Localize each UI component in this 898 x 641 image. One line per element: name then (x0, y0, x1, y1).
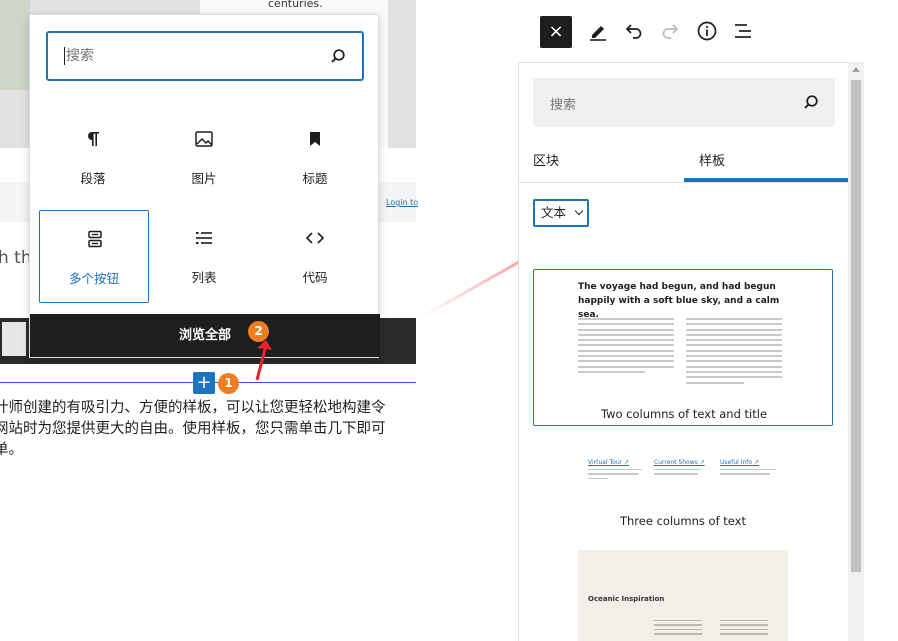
block-code[interactable]: 代码 (260, 210, 370, 303)
pattern-preview-column (578, 318, 674, 388)
quick-inserter-search-input[interactable] (66, 42, 316, 70)
chevron-down-icon (574, 206, 584, 216)
inserter-tabs: 区块 样板 (519, 142, 849, 183)
block-paragraph[interactable]: 段落 (38, 111, 148, 204)
list-icon (196, 232, 212, 244)
list-view-icon[interactable] (732, 20, 754, 42)
block-label: 段落 (80, 171, 106, 186)
editor-toolbar: × (520, 0, 898, 62)
block-label: 图片 (191, 171, 217, 186)
pattern-column-link: Virtual Tour ↗ (588, 459, 630, 466)
close-inserter-button[interactable]: × (540, 16, 572, 48)
code-icon (305, 232, 325, 244)
search-icon (331, 49, 345, 63)
tab-patterns[interactable]: 样板 (699, 150, 725, 169)
screenshot-stage: centuries. Login to h th + 计师创建的有吸引力、方便的… (0, 0, 898, 641)
search-icon (804, 95, 818, 109)
scrollbar-thumb[interactable] (851, 80, 861, 572)
foliage-image (0, 0, 30, 90)
pattern-preview-column: Useful Info ↗ (720, 459, 780, 475)
pattern-column-link: Useful Info ↗ (720, 459, 759, 466)
pattern-preview-two-columns[interactable]: The voyage had begun, and had begun happ… (533, 269, 833, 426)
pattern-preview-column: Current Shows ↗ (654, 459, 714, 475)
paragraph-block[interactable]: 计师创建的有吸引力、方便的样板，可以让您更轻松地构建令 网站时为您提供更大的自由… (0, 398, 416, 461)
redo-icon[interactable] (660, 20, 680, 42)
scroll-up-arrow-icon[interactable] (852, 67, 860, 72)
block-label: 标题 (302, 171, 328, 186)
pattern-preview-title: Oceanic Inspiration (588, 595, 665, 603)
browse-all-button[interactable]: 浏览全部 (30, 314, 380, 357)
pattern-caption: Two columns of text and title (600, 407, 768, 421)
buttons-icon (88, 230, 102, 248)
thumbnail (2, 322, 26, 356)
block-label: 多个按钮 (68, 271, 119, 286)
pattern-preview-title: The voyage had begun, and had begun happ… (578, 282, 780, 320)
heading-fragment: h th (0, 248, 32, 268)
pattern-category-select[interactable]: 文本 (533, 199, 589, 227)
step-badge-2: 2 (248, 321, 269, 342)
block-heading[interactable]: 标题 (260, 111, 370, 204)
block-list[interactable]: 列表 (149, 210, 259, 303)
pattern-preview-oceanic-inspiration[interactable]: Oceanic Inspiration (578, 550, 788, 641)
pattern-preview-column: Virtual Tour ↗ (588, 459, 648, 480)
block-buttons[interactable]: 多个按钮 (39, 210, 149, 303)
search-placeholder: 搜索 (550, 98, 577, 113)
pattern-preview-three-columns[interactable]: Virtual Tour ↗ Current Shows ↗ Useful In… (579, 459, 787, 499)
tab-blocks[interactable]: 区块 (533, 150, 559, 169)
block-image[interactable]: 图片 (149, 111, 259, 204)
image-caption-text: centuries. (268, 0, 323, 10)
block-label: 代码 (302, 270, 328, 285)
pattern-column-link: Current Shows ↗ (654, 459, 705, 466)
pattern-category-value: 文本 (541, 205, 567, 220)
block-label: 列表 (191, 270, 217, 285)
quick-inserter-popover: 段落 图片 标题 (29, 14, 380, 358)
heading-bookmark-icon (310, 132, 320, 146)
pattern-preview-column (720, 620, 768, 638)
inserter-scrollbar[interactable] (848, 62, 864, 641)
inserter-panel: 搜索 区块 样板 文本 The voyage had begun, and ha… (518, 62, 850, 641)
active-tab-indicator (684, 178, 850, 182)
quick-inserter-search[interactable] (46, 31, 364, 81)
paragraph-icon (88, 132, 99, 146)
pattern-preview-column (654, 620, 702, 638)
step-badge-1: 1 (218, 373, 239, 394)
inserter-panel-search[interactable]: 搜索 (533, 78, 835, 127)
pencil-icon[interactable] (588, 20, 608, 42)
pattern-caption: Three columns of text (619, 514, 746, 528)
pattern-preview-column (686, 318, 782, 388)
info-icon[interactable] (696, 20, 718, 42)
image-icon (195, 131, 213, 147)
undo-icon[interactable] (624, 20, 644, 42)
text-caret (64, 47, 65, 65)
block-inserter-button[interactable]: + (193, 372, 215, 394)
login-link[interactable]: Login to (386, 198, 418, 207)
